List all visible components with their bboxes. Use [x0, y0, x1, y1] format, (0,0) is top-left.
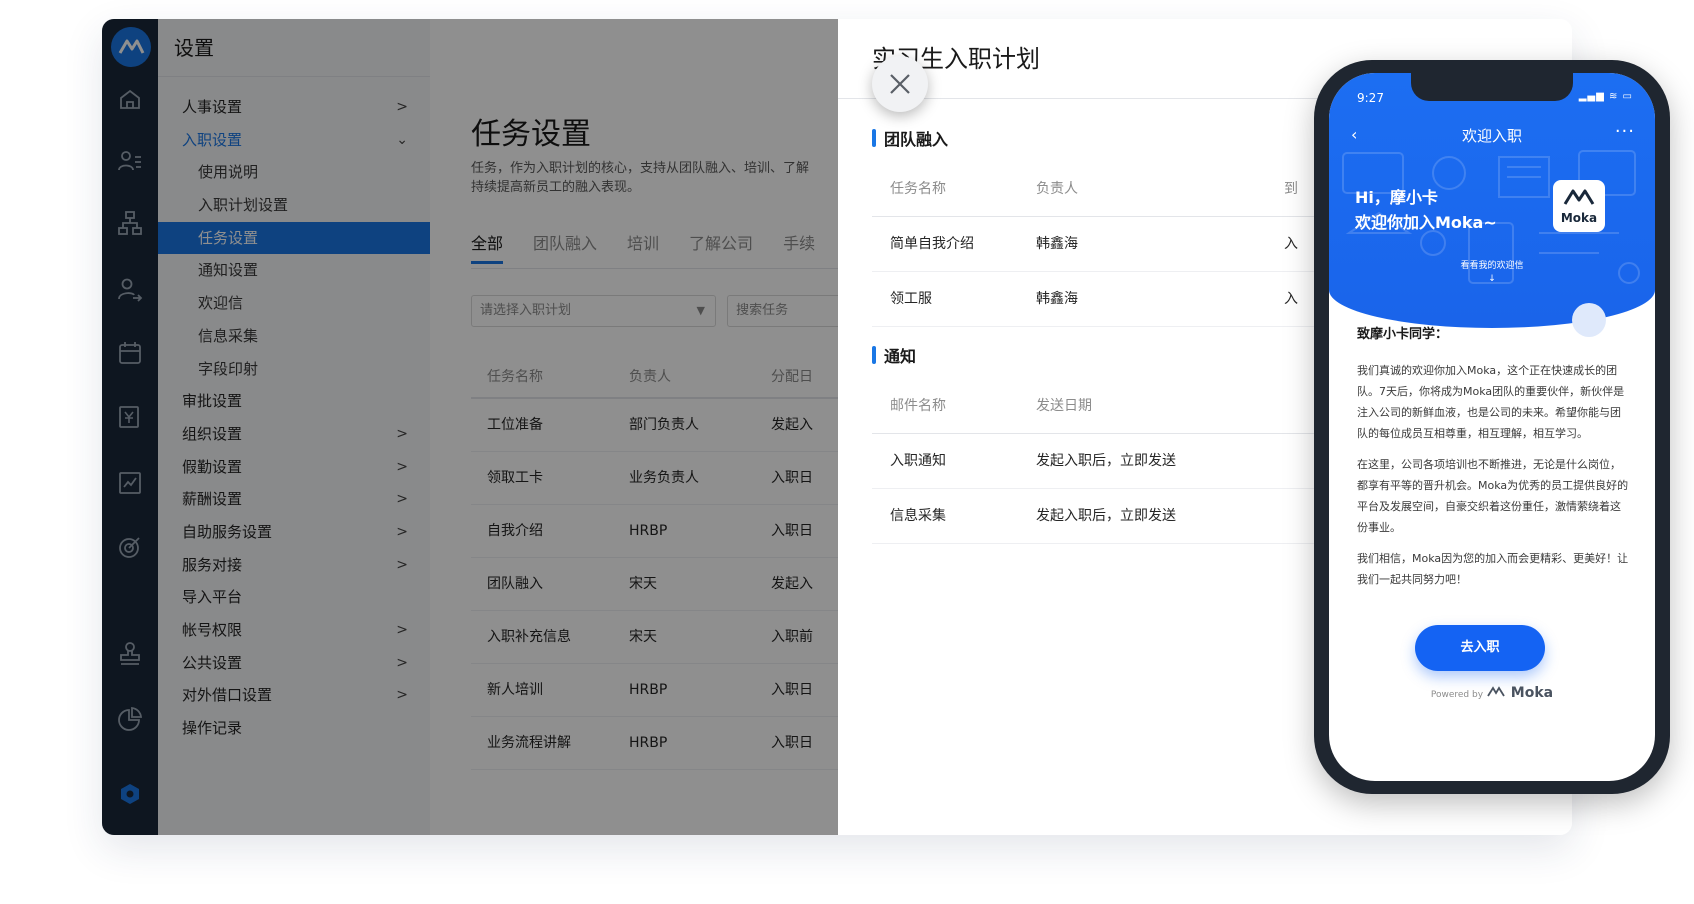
table-cell: 简单自我介绍 [890, 236, 974, 252]
close-icon [890, 74, 910, 94]
letter-paragraph: 在这里，公司各项培训也不断推进，无论是什么岗位，都享有平等的晋升机会。Moka为… [1357, 458, 1629, 534]
letter-salutation: 致摩小卡同学： [1357, 327, 1449, 342]
team-section-title: 团队融入 [872, 126, 948, 150]
table-cell: 发起入职后，立即发送 [1036, 453, 1176, 469]
table-cell: 入 [1284, 291, 1298, 307]
table-cell: 入职通知 [890, 453, 946, 469]
close-button[interactable] [872, 56, 928, 112]
modal-overlay[interactable] [102, 19, 838, 835]
back-icon[interactable]: ‹ [1351, 125, 1357, 144]
arrow-down-icon: ↓ [1488, 274, 1496, 284]
welcome-greeting: Hi，摩小卡 欢迎你加入Moka~ [1355, 188, 1497, 232]
stage: 设置 人事设置 > 入职设置 ⌄ 使用说明 入职计划设置 任务设置 通知设置 欢迎信 信息采集 字段… [0, 0, 1694, 904]
phone-mockup: 9:27 ▂▄▆ ≋ ▭ ‹ 欢迎入职 ··· Hi，摩小卡 欢迎你加入Moka… [1314, 60, 1670, 794]
table-cell: 韩鑫海 [1036, 236, 1078, 252]
column-header: 发送日期 [1036, 398, 1092, 414]
table-cell: 信息采集 [890, 508, 946, 524]
column-header: 任务名称 [890, 181, 946, 197]
table-cell: 韩鑫海 [1036, 291, 1078, 307]
onboard-button[interactable]: 去入职 [1415, 625, 1545, 671]
status-time: 9:27 [1357, 91, 1384, 105]
notice-section-title: 通知 [872, 343, 916, 367]
phone-nav-title: 欢迎入职 [1461, 127, 1522, 145]
letter-paragraph: 我们真诚的欢迎你加入Moka，这个正在快速成长的团队。7天后，你将成为Moka团… [1357, 364, 1625, 440]
status-icons: ▂▄▆ ≋ ▭ [1578, 91, 1633, 102]
table-cell: 领工服 [890, 291, 932, 307]
moka-mark-icon [1487, 686, 1505, 697]
column-header: 负责人 [1036, 181, 1078, 197]
powered-by: Powered by Moka [1430, 685, 1554, 701]
welcome-letter: 致摩小卡同学： 我们真诚的欢迎你加入Moka，这个正在快速成长的团队。7天后，你… [1357, 323, 1629, 600]
doodle-pattern-icon [1342, 150, 1640, 284]
column-header: 邮件名称 [890, 398, 946, 414]
phone-notch [1411, 73, 1573, 101]
table-cell: 入 [1284, 236, 1298, 252]
view-letter-link[interactable]: 看看我的欢迎信 ↓ [1329, 260, 1655, 286]
letter-paragraph: 我们相信，Moka因为您的加入而会更精彩、更美好！让我们一起共同努力吧！ [1357, 552, 1629, 586]
column-header: 到 [1284, 181, 1298, 197]
phone-screen: 9:27 ▂▄▆ ≋ ▭ ‹ 欢迎入职 ··· Hi，摩小卡 欢迎你加入Moka… [1329, 73, 1655, 781]
moka-app-logo: Moka [1553, 180, 1605, 232]
phone-nav-bar: ‹ 欢迎入职 ··· [1329, 121, 1655, 146]
more-icon[interactable]: ··· [1615, 121, 1635, 142]
table-cell: 发起入职后，立即发送 [1036, 508, 1176, 524]
